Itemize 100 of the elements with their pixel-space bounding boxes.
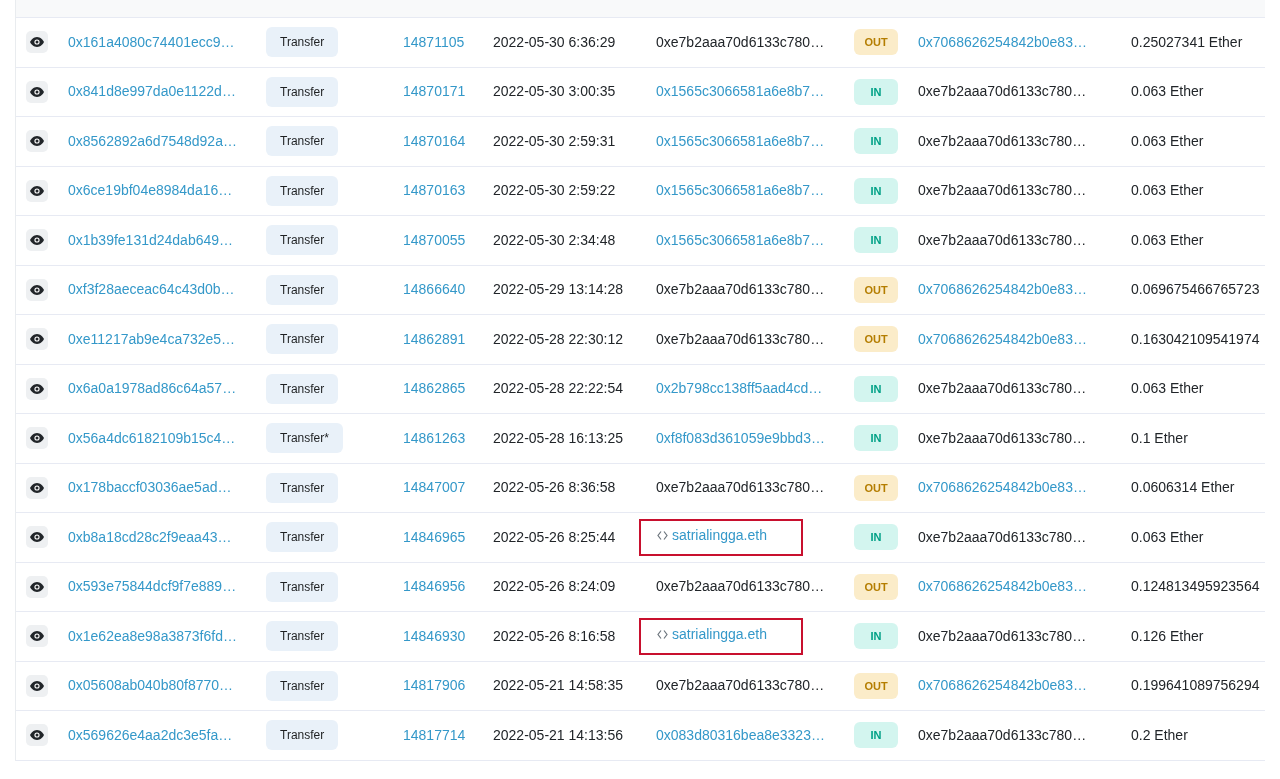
recipient-address-link[interactable]: 0x7068626254842b0e83…	[906, 330, 1087, 347]
method-label: Transfer	[266, 225, 339, 256]
eye-icon	[30, 730, 44, 741]
sender-address-text: 0xe7b2aaa70d6133c780…	[655, 33, 825, 50]
sender-address-text: 0xe7b2aaa70d6133c780…	[655, 281, 825, 298]
sender-address-link[interactable]: 0x2b798cc138ff5aad4cd…	[644, 380, 823, 397]
transaction-hash-link[interactable]: 0x1e62ea8e98a3873f6fd…	[56, 627, 237, 644]
value-text: 0.063 Ether	[1130, 231, 1204, 248]
view-details-button[interactable]	[26, 476, 48, 499]
date-time-text: 2022-05-30 6:36:29	[492, 33, 616, 50]
block-number-link[interactable]: 14846965	[391, 528, 466, 545]
value-text: 0.2 Ether	[1130, 726, 1188, 743]
transaction-hash-link[interactable]: 0xe11217ab9e4ca732e5…	[56, 330, 236, 347]
view-details-button[interactable]	[26, 130, 48, 153]
direction-badge: OUT	[854, 573, 898, 600]
view-details-button[interactable]	[26, 179, 48, 202]
block-number-link[interactable]: 14862865	[391, 380, 466, 397]
recipient-address-link[interactable]: 0x7068626254842b0e83…	[906, 479, 1087, 496]
view-details-button[interactable]	[26, 526, 48, 549]
view-details-button[interactable]	[26, 278, 48, 301]
recipient-address-text: 0xe7b2aaa70d6133c780…	[917, 231, 1087, 248]
recipient-address-link[interactable]: 0x7068626254842b0e83…	[906, 281, 1087, 298]
transaction-hash-link[interactable]: 0x6a0a1978ad86c64a57…	[56, 380, 237, 397]
block-number-link[interactable]: 14846930	[391, 627, 466, 644]
eye-icon	[30, 334, 44, 345]
method-label: Transfer	[266, 126, 339, 157]
direction-badge: IN	[854, 623, 898, 650]
block-number-link[interactable]: 14870164	[391, 132, 466, 149]
transaction-hash-link[interactable]: 0x05608ab040b80f8770…	[56, 677, 234, 694]
view-details-button[interactable]	[26, 724, 48, 747]
view-details-button[interactable]	[26, 31, 48, 54]
eye-icon	[30, 532, 44, 543]
value-text: 0.063 Ether	[1130, 182, 1204, 199]
direction-badge: IN	[854, 78, 898, 105]
recipient-address-text: 0xe7b2aaa70d6133c780…	[917, 380, 1087, 397]
method-label: Transfer	[266, 670, 339, 701]
view-details-button[interactable]	[26, 575, 48, 598]
transaction-hash-link[interactable]: 0x1b39fe131d24dab649…	[56, 231, 234, 248]
recipient-address-link[interactable]: 0x7068626254842b0e83…	[906, 677, 1087, 694]
date-time-text: 2022-05-21 14:58:35	[492, 677, 623, 694]
method-label: Transfer	[266, 472, 339, 503]
view-details-button[interactable]	[26, 427, 48, 450]
eye-icon	[30, 37, 44, 48]
date-time-text: 2022-05-28 22:22:54	[492, 380, 623, 397]
recipient-address-text: 0xe7b2aaa70d6133c780…	[917, 528, 1087, 545]
sender-address-link[interactable]: 0xf8f083d361059e9bbd3…	[644, 429, 825, 446]
date-time-text: 2022-05-26 8:16:58	[492, 627, 616, 644]
sender-address-link[interactable]: 0x1565c3066581a6e8b7…	[644, 231, 825, 248]
transaction-hash-link[interactable]: 0x841d8e997da0e1122d…	[56, 83, 236, 100]
ens-name-link[interactable]: satrialingga.eth	[639, 617, 803, 655]
view-details-button[interactable]	[26, 625, 48, 648]
recipient-address-link[interactable]: 0x7068626254842b0e83…	[906, 33, 1087, 50]
sender-address-link[interactable]: 0x1565c3066581a6e8b7…	[644, 132, 825, 149]
sender-address-link[interactable]: 0x1565c3066581a6e8b7…	[644, 83, 825, 100]
date-time-text: 2022-05-30 3:00:35	[492, 83, 616, 100]
recipient-address-text: 0xe7b2aaa70d6133c780…	[917, 132, 1087, 149]
sender-address-link[interactable]: 0x1565c3066581a6e8b7…	[644, 182, 825, 199]
block-number-link[interactable]: 14847007	[391, 479, 466, 496]
view-details-button[interactable]	[26, 80, 48, 103]
transaction-hash-link[interactable]: 0xb8a18cd28c2f9eaa43…	[56, 528, 232, 545]
direction-badge: IN	[854, 425, 898, 452]
date-time-text: 2022-05-28 16:13:25	[492, 429, 623, 446]
view-details-button[interactable]	[26, 377, 48, 400]
block-number-link[interactable]: 14871105	[391, 33, 465, 50]
transaction-hash-link[interactable]: 0xf3f28aeceac64c43d0b…	[56, 281, 235, 298]
date-time-text: 2022-05-30 2:34:48	[492, 231, 616, 248]
recipient-address-text: 0xe7b2aaa70d6133c780…	[917, 83, 1087, 100]
view-details-button[interactable]	[26, 328, 48, 351]
direction-badge: IN	[854, 128, 898, 155]
block-number-link[interactable]: 14817714	[391, 726, 466, 743]
ens-name-link[interactable]: satrialingga.eth	[639, 518, 803, 556]
block-number-link[interactable]: 14870055	[391, 231, 466, 248]
sender-address-link[interactable]: 0x083d80316bea8e3323…	[644, 726, 825, 743]
date-time-text: 2022-05-28 22:30:12	[492, 330, 623, 347]
eye-icon	[30, 680, 44, 691]
block-number-link[interactable]: 14870171	[391, 83, 466, 100]
value-text: 0.199641089756294	[1130, 677, 1260, 694]
sender-address-text: 0xe7b2aaa70d6133c780…	[655, 578, 825, 595]
method-label: Transfer	[266, 522, 339, 553]
block-number-link[interactable]: 14870163	[391, 182, 466, 199]
block-number-link[interactable]: 14846956	[391, 578, 466, 595]
block-number-link[interactable]: 14817906	[391, 677, 466, 694]
sender-address-text: 0xe7b2aaa70d6133c780…	[655, 479, 825, 496]
transaction-hash-link[interactable]: 0x8562892a6d7548d92a…	[56, 132, 237, 149]
sender-address-text: 0xe7b2aaa70d6133c780…	[655, 330, 825, 347]
direction-badge: IN	[854, 177, 898, 204]
view-details-button[interactable]	[26, 229, 48, 252]
recipient-address-link[interactable]: 0x7068626254842b0e83…	[906, 578, 1087, 595]
transaction-hash-link[interactable]: 0x6ce19bf04e8984da16…	[56, 182, 233, 199]
value-text: 0.063 Ether	[1130, 132, 1204, 149]
date-time-text: 2022-05-30 2:59:22	[492, 182, 616, 199]
block-number-link[interactable]: 14866640	[391, 281, 466, 298]
transaction-hash-link[interactable]: 0x569626e4aa2dc3e5fa…	[56, 726, 233, 743]
transaction-hash-link[interactable]: 0x161a4080c74401ecc9…	[56, 33, 235, 50]
view-details-button[interactable]	[26, 674, 48, 697]
transaction-hash-link[interactable]: 0x178baccf03036ae5ad…	[56, 479, 232, 496]
block-number-link[interactable]: 14861263	[391, 429, 466, 446]
block-number-link[interactable]: 14862891	[391, 330, 466, 347]
transaction-hash-link[interactable]: 0x56a4dc6182109b15c4…	[56, 429, 236, 446]
transaction-hash-link[interactable]: 0x593e75844dcf9f7e889…	[56, 578, 237, 595]
